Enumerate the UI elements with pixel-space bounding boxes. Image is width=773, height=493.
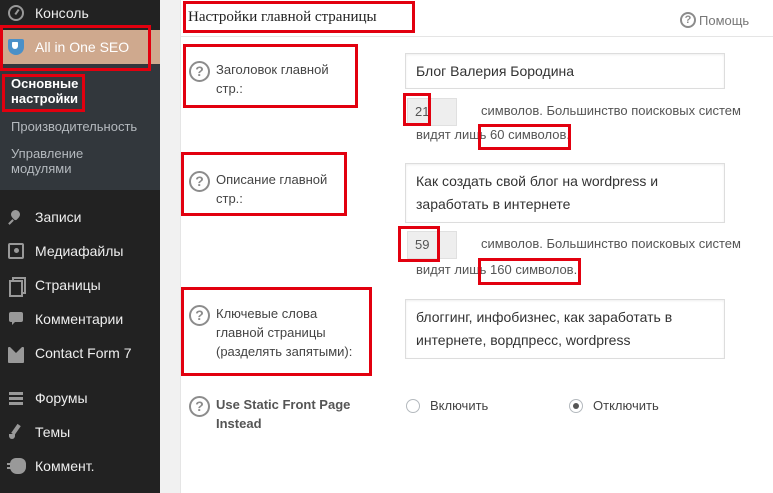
home-description-char-count: 59 [407, 231, 457, 259]
sidebar-item-label: Темы [35, 424, 71, 440]
sidebar-item-label: Форумы [35, 390, 88, 406]
radio-button[interactable] [569, 398, 583, 413]
panel-divider [181, 36, 773, 37]
help-icon[interactable]: ? [189, 305, 210, 326]
home-title-char-count: 21 [407, 98, 457, 126]
aioseo-submenu: Основные настройки Производительность Уп… [0, 64, 160, 190]
pin-icon [8, 209, 24, 225]
sidebar-item-comments[interactable]: Комментарии [0, 302, 160, 336]
help-icon: ? [680, 12, 696, 28]
sidebar-item-label: All in One SEO [35, 39, 130, 55]
panel-title: Настройки главной страницы [188, 9, 377, 25]
home-keywords-label-text: Ключевые слова главной страницы (разделя… [216, 306, 353, 359]
sidebar-item-contact-form[interactable]: Contact Form 7 [0, 336, 160, 370]
home-title-input[interactable]: Блог Валерия Бородина [405, 53, 725, 89]
home-description-note-2: видят лишь 160 символов. [416, 262, 578, 277]
sidebar-item-label: Страницы [35, 277, 101, 293]
static-front-label-text: Use Static Front Page Instead [216, 397, 351, 431]
home-title-note-2: видят лишь 60 символов. [416, 127, 570, 142]
static-front-disable-radio[interactable]: Отключить [569, 398, 659, 413]
brush-icon [8, 424, 24, 440]
static-front-label: ? Use Static Front Page Instead [189, 395, 369, 433]
help-link[interactable]: ? Помощь [680, 12, 749, 28]
home-title-label: ? Заголовок главной стр.: [189, 60, 349, 98]
home-keywords-label: ? Ключевые слова главной страницы (разде… [189, 304, 369, 361]
dashboard-icon [8, 5, 24, 21]
sidebar-item-themes[interactable]: Темы [0, 415, 160, 449]
shield-icon [8, 39, 24, 55]
sidebar-item-label: Консоль [35, 5, 89, 21]
bug-icon [7, 458, 26, 474]
home-description-label: ? Описание главной стр.: [189, 170, 349, 208]
home-title-label-text: Заголовок главной стр.: [216, 62, 329, 96]
help-icon[interactable]: ? [189, 61, 210, 82]
home-description-label-text: Описание главной стр.: [216, 172, 328, 206]
sidebar-item-forums[interactable]: Форумы [0, 381, 160, 415]
pages-icon [8, 277, 26, 297]
help-label: Помощь [699, 12, 750, 28]
home-description-input[interactable]: Как создать свой блог на wordpress и зар… [405, 163, 725, 223]
home-keywords-input[interactable]: блоггинг, инфобизнес, как заработать в и… [405, 299, 725, 359]
media-icon [8, 243, 24, 259]
help-icon[interactable]: ? [189, 396, 210, 417]
forum-icon [8, 390, 24, 406]
sidebar-item-pages[interactable]: Страницы [0, 268, 160, 302]
radio-label: Отключить [593, 398, 659, 413]
help-icon[interactable]: ? [189, 171, 210, 192]
admin-sidebar: Консоль All in One SEO Основные настройк… [0, 0, 160, 493]
radio-label: Включить [430, 398, 489, 413]
static-front-enable-radio[interactable]: Включить [406, 398, 488, 413]
sidebar-item-label: Медиафайлы [35, 243, 124, 259]
home-title-note: символов. Большинство поисковых систем [481, 103, 741, 118]
submenu-item-modules[interactable]: Управление модулями [11, 146, 111, 176]
sidebar-item-aioseo[interactable]: All in One SEO [0, 30, 160, 64]
sidebar-item-label: Contact Form 7 [35, 345, 132, 361]
sidebar-item-comment-short[interactable]: Коммент. [0, 449, 160, 483]
sidebar-item-media[interactable]: Медиафайлы [0, 234, 160, 268]
sidebar-item-label: Комментарии [35, 311, 124, 327]
sidebar-item-posts[interactable]: Записи [0, 200, 160, 234]
sidebar-item-label: Коммент. [35, 458, 95, 474]
submenu-item-general[interactable]: Основные настройки [11, 76, 91, 106]
submenu-item-performance[interactable]: Производительность [11, 119, 137, 134]
mail-icon [8, 347, 24, 363]
comment-icon [8, 311, 24, 327]
home-description-note: символов. Большинство поисковых систем [481, 236, 741, 251]
sidebar-item-console[interactable]: Консоль [0, 0, 160, 30]
radio-button[interactable] [406, 398, 420, 413]
sidebar-item-label: Записи [35, 209, 82, 225]
